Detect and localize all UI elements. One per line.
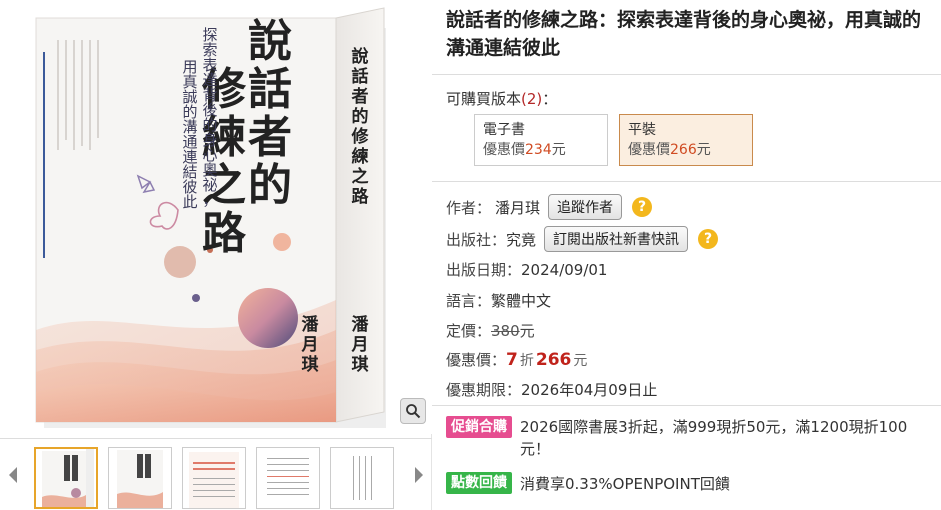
- thumbnail-5[interactable]: [330, 447, 394, 509]
- cover-subtitle-char: 此: [182, 193, 197, 211]
- discount-period-label: 優惠期限：: [446, 381, 522, 399]
- edition-price-value: 234: [525, 142, 552, 158]
- edition-price-unit: 元: [696, 142, 711, 158]
- cover-author-char: 琪: [302, 354, 319, 375]
- thumbnail-2[interactable]: [108, 447, 172, 509]
- spine-title-char: 路: [352, 186, 370, 207]
- cover-author-char: 潘: [302, 314, 320, 335]
- list-price: 380: [491, 321, 520, 340]
- cover-title-char: 的: [248, 160, 292, 211]
- author-label: 作者：: [446, 198, 492, 217]
- publish-date: 2024/09/01: [521, 260, 608, 279]
- cover-author-char: 月: [301, 335, 319, 355]
- list-price-row: 定價： 380 元: [446, 320, 535, 341]
- cover-title-char: 說: [248, 16, 292, 67]
- book-cover-illustration: 說 話 者 的 修 練 之 路 修練之路 探索表達背後的身心奧祕，用真誠的溝通連…: [35, 7, 386, 428]
- subscribe-publisher-button[interactable]: 訂閱出版社新書快訊: [544, 226, 689, 252]
- chevron-right-icon: [415, 467, 423, 483]
- thumbnail-next-button[interactable]: [406, 439, 432, 510]
- promotion-badge[interactable]: 促銷合購: [446, 416, 512, 438]
- edition-paperback[interactable]: 平裝 優惠價266元: [619, 114, 753, 166]
- author-link[interactable]: 潘月琪: [495, 197, 540, 218]
- magnifier-icon: [406, 404, 421, 419]
- sale-price-row: 優惠價： 7 折 266 元: [446, 349, 589, 370]
- thumbnail-image: [263, 452, 313, 508]
- language: 繁體中文: [491, 292, 552, 310]
- cover-title-char: 話: [248, 64, 292, 115]
- list-price-label: 定價：: [446, 322, 492, 340]
- help-icon[interactable]: ?: [698, 229, 719, 249]
- thumbnail-strip: [0, 438, 432, 510]
- thumbnail-4[interactable]: [256, 447, 320, 509]
- help-icon[interactable]: ?: [632, 197, 653, 217]
- promotion-text[interactable]: 消費享0.33%OPENPOINT回饋: [520, 473, 730, 494]
- editions-label-text: 可購買版本: [446, 90, 522, 108]
- product-info: 說話者的修練之路：探索表達背後的身心奧祕，用真誠的溝通連結彼此 可購買版本(2)…: [432, 0, 941, 510]
- cover-subtitle-char: ，: [202, 191, 217, 209]
- editions-colon: ：: [542, 90, 558, 108]
- cover-title-column-2-char: 路: [202, 208, 247, 259]
- product-gallery: 說 話 者 的 修 練 之 路 修練之路 探索表達背後的身心奧祕，用真誠的溝通連…: [0, 0, 432, 510]
- promotion-points: 點數回饋 消費享0.33%OPENPOINT回饋: [446, 472, 730, 494]
- editions-count: (2): [521, 90, 543, 108]
- cover-title-char: 者: [248, 112, 292, 163]
- spine-title-char: 話: [352, 66, 369, 87]
- cover-author: 潘月琪: [301, 314, 320, 375]
- publisher-row: 出版社： 究竟 訂閱出版社新書快訊 ?: [446, 226, 719, 252]
- edition-price-unit: 元: [551, 142, 566, 158]
- language-row: 語言： 繁體中文: [446, 290, 551, 311]
- product-title: 說話者的修練之路：探索表達背後的身心奧祕，用真誠的溝通連結彼此: [446, 9, 922, 59]
- edition-price-label: 優惠價: [628, 142, 670, 158]
- sale-price-unit: 元: [573, 352, 588, 369]
- chevron-left-icon: [9, 467, 17, 483]
- author-row: 作者： 潘月琪 追蹤作者 ?: [446, 194, 653, 220]
- edition-price: 優惠價234元: [483, 140, 599, 160]
- thumbnail-image: [117, 450, 163, 508]
- list-price-unit: 元: [519, 322, 535, 340]
- edition-name: 平裝: [628, 122, 656, 138]
- spine-title-char: 的: [352, 106, 369, 127]
- edition-price-label: 優惠價: [483, 142, 525, 158]
- discount-period: 2026年04月09日止: [521, 381, 658, 399]
- discount-value: 7: [506, 349, 518, 370]
- thumbnail-prev-button[interactable]: [0, 439, 26, 510]
- thumbnail-3[interactable]: [182, 447, 246, 509]
- spine-author-char: 琪: [352, 354, 369, 375]
- spine-title-char: 練: [352, 146, 369, 167]
- sale-price-label: 優惠價：: [446, 351, 507, 369]
- spine-author-char: 月: [351, 335, 369, 355]
- promotion-bundle: 促銷合購 2026國際書展3折起，滿999現折50元，滿1200現折100元！: [446, 416, 936, 460]
- spine-title-char: 說: [352, 46, 369, 67]
- spine-title-char: 者: [351, 86, 369, 107]
- discount-period-row: 優惠期限： 2026年04月09日止: [446, 379, 657, 400]
- edition-name: 電子書: [483, 122, 525, 138]
- promotion-badge[interactable]: 點數回饋: [446, 472, 512, 494]
- spine-author-char: 潘: [352, 314, 370, 335]
- editions-label: 可購買版本(2)：: [446, 88, 557, 109]
- divider: [432, 181, 941, 182]
- edition-price-value: 266: [670, 142, 697, 158]
- publish-date-label: 出版日期：: [446, 261, 522, 279]
- edition-ebook[interactable]: 電子書 優惠價234元: [474, 114, 608, 166]
- follow-author-button[interactable]: 追蹤作者: [548, 194, 623, 220]
- thumbnail-image: [337, 452, 387, 508]
- publisher-link[interactable]: 究竟: [506, 229, 536, 250]
- spine-title-char: 之: [352, 166, 369, 187]
- sale-price: 266: [535, 349, 572, 370]
- publisher-label: 出版社：: [446, 230, 507, 249]
- spine-title-char: 修: [351, 126, 370, 147]
- thumbnail-image: [42, 449, 94, 507]
- language-label: 語言：: [446, 292, 492, 310]
- discount-unit: 折: [519, 352, 534, 369]
- divider: [432, 74, 941, 75]
- book-cover-image[interactable]: 說 話 者 的 修 練 之 路 修練之路 探索表達背後的身心奧祕，用真誠的溝通連…: [0, 0, 432, 434]
- thumbnail-image: [189, 452, 239, 508]
- publish-date-row: 出版日期： 2024/09/01: [446, 259, 607, 280]
- thumbnail-1[interactable]: [34, 447, 98, 509]
- zoom-button[interactable]: [400, 398, 426, 424]
- edition-price: 優惠價266元: [628, 140, 744, 160]
- divider: [432, 405, 941, 406]
- promotion-text[interactable]: 2026國際書展3折起，滿999現折50元，滿1200現折100元！: [520, 416, 920, 460]
